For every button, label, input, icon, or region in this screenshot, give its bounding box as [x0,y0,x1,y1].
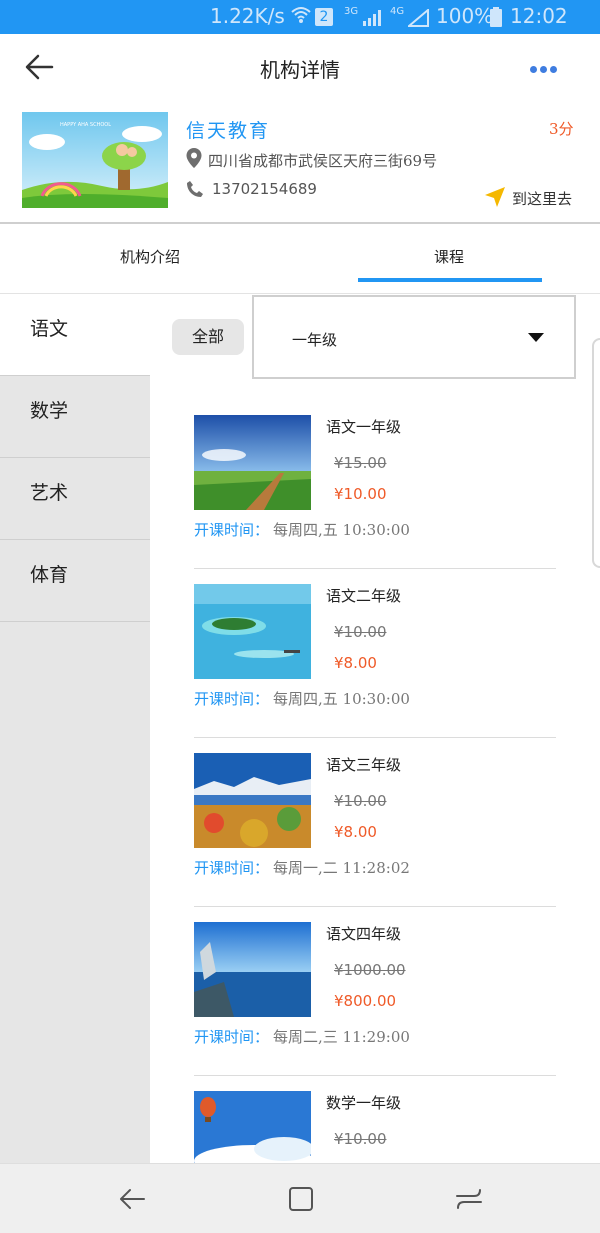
wifi-icon [290,4,312,31]
course-time-label: 开课时间： [194,859,270,877]
subject-item-math[interactable]: 数学 [0,376,150,458]
caret-down-icon [528,333,544,342]
org-card: HAPPY AHA SCHOOL 信天教育 3分 四川省成都市武侯区天府三街69… [0,104,600,224]
course-name: 语文四年级 [326,925,402,943]
course-time: 每周一,二 11:28:02 [273,859,410,877]
back-arrow-icon [120,1189,145,1209]
subject-label: 体育 [30,564,69,586]
signal-icon [406,7,430,32]
course-time: 每周二,三 11:29:00 [273,1028,410,1046]
course-price: ¥8.00 [334,654,377,672]
course-name: 数学一年级 [326,1094,402,1112]
course-thumbnail [194,415,311,510]
status-bar: 1.22K/s 2 3G 4G 100% 12:02 [0,0,600,34]
nav-recents-button[interactable] [454,1184,484,1214]
org-image[interactable]: HAPPY AHA SCHOOL [22,112,168,208]
more-dots-icon [540,66,547,73]
course-item[interactable]: 语文三年级 ¥10.00 ¥8.00 开课时间： 每周一,二 11:28:02 [194,738,556,907]
course-original-price: ¥10.00 [334,792,387,810]
subject-label: 数学 [30,400,69,422]
network-3g-label: 3G [344,6,359,17]
course-price: ¥800.00 [334,992,397,1010]
grade-dropdown[interactable]: 一年级 [252,295,576,379]
navigation-arrow-icon[interactable] [484,186,506,208]
tab-intro[interactable]: 机构介绍 [120,246,180,267]
course-name: 语文一年级 [326,418,402,436]
more-button[interactable] [530,58,570,78]
nav-back-button[interactable] [118,1184,148,1214]
battery-percent: 100% [436,4,494,28]
sim-badge: 2 [315,8,333,26]
clock: 12:02 [510,4,568,28]
course-time: 每周四,五 10:30:00 [273,521,410,539]
course-thumbnail [194,584,311,679]
course-thumbnail [194,753,311,848]
course-price: ¥10.00 [334,485,387,503]
course-price: ¥8.00 [334,823,377,841]
phone-icon [186,180,204,198]
signal-icon [362,8,384,32]
grade-dropdown-value: 一年级 [292,331,338,349]
network-4g-label: 4G [390,6,405,17]
course-item[interactable]: 语文一年级 ¥15.00 ¥10.00 开课时间： 每周四,五 10:30:00 [194,400,556,569]
course-original-price: ¥10.00 [334,1130,387,1148]
course-thumbnail [194,922,311,1017]
org-image-caption: HAPPY AHA SCHOOL [60,122,112,128]
location-pin-icon [186,148,202,168]
course-item[interactable]: 语文四年级 ¥1000.00 ¥800.00 开课时间： 每周二,三 11:29… [194,907,556,1076]
subject-label: 语文 [30,318,69,340]
subject-item-chinese[interactable]: 语文 [0,294,150,376]
course-original-price: ¥10.00 [334,623,387,641]
course-item[interactable]: 语文二年级 ¥10.00 ¥8.00 开课时间： 每周四,五 10:30:00 [194,569,556,738]
org-score: 3分 [549,120,574,138]
course-name: 语文二年级 [326,587,402,605]
home-square-icon [289,1187,313,1211]
course-original-price: ¥15.00 [334,454,387,472]
course-time-label: 开课时间： [194,521,270,539]
system-nav-bar [0,1163,600,1233]
course-name: 语文三年级 [326,756,402,774]
navigate-here-link[interactable]: 到这里去 [512,188,572,209]
org-phone[interactable]: 13702154689 [212,180,317,198]
course-original-price: ¥1000.00 [334,961,406,979]
page-title: 机构详情 [260,58,340,82]
subject-label: 艺术 [30,482,69,504]
filter-all-button[interactable]: 全部 [172,319,244,355]
more-dots-icon [530,66,537,73]
edge-panel-handle[interactable] [592,338,600,568]
network-speed: 1.22K/s [210,4,285,28]
subject-sidebar: 语文 数学 艺术 体育 [0,294,150,1164]
active-tab-indicator [358,278,542,282]
battery-icon [490,7,502,32]
recents-icon [456,1189,482,1209]
course-time-label: 开课时间： [194,1028,270,1046]
tab-bar: 机构介绍 课程 [0,226,600,294]
subject-item-art[interactable]: 艺术 [0,458,150,540]
org-name: 信天教育 [186,120,271,142]
tab-course[interactable]: 课程 [434,246,464,267]
subject-item-pe[interactable]: 体育 [0,540,150,622]
course-time-label: 开课时间： [194,690,270,708]
more-dots-icon [550,66,557,73]
course-time: 每周四,五 10:30:00 [273,690,410,708]
app-header: 机构详情 [0,34,600,104]
nav-home-button[interactable] [286,1184,316,1214]
org-address: 四川省成都市武侯区天府三街69号 [208,152,438,170]
